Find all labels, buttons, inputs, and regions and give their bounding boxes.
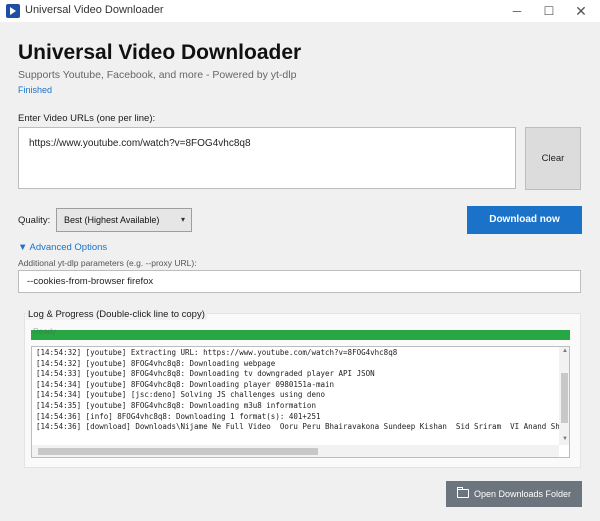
minimize-button[interactable]: ─ [501,0,533,22]
log-lines: [14:54:32] [youtube] Extracting URL: htt… [36,348,564,433]
log-line[interactable]: [14:54:33] [youtube] 8FOG4vhc8q8: Downlo… [36,369,564,380]
quality-label: Quality: [18,215,51,226]
app-play-icon [6,4,20,18]
page-title: Universal Video Downloader [18,41,302,64]
chevron-down-icon: ▾ [180,215,185,224]
progress-bar [31,330,570,340]
maximize-button[interactable]: ☐ [533,0,565,22]
window-title: Universal Video Downloader [25,4,164,16]
params-input[interactable]: --cookies-from-browser firefox [18,270,581,293]
vertical-scroll-thumb[interactable] [561,373,568,423]
log-line[interactable]: [14:54:34] [youtube] [jsc:deno] Solving … [36,390,564,401]
log-line[interactable]: [14:54:32] [youtube] Extracting URL: htt… [36,348,564,359]
status-text: Finished [18,85,53,95]
quality-selected-value: Best (Highest Available) [64,215,160,225]
log-line[interactable]: [14:54:36] [info] 8FOG4vhc8q8: Downloadi… [36,412,564,423]
vertical-scrollbar[interactable]: ▲ ▼ [559,347,569,445]
progress-label: Ready [33,327,57,336]
quality-select[interactable]: Best (Highest Available) ▾ [56,208,192,232]
url-textarea[interactable]: https://www.youtube.com/watch?v=8FOG4vhc… [18,127,516,189]
urls-label: Enter Video URLs (one per line): [18,113,156,124]
scroll-down-icon[interactable]: ▼ [562,436,568,442]
close-button[interactable]: ✕ [565,0,597,22]
clear-button[interactable]: Clear [525,127,581,190]
horizontal-scrollbar[interactable] [32,445,559,457]
log-line[interactable]: [14:54:34] [youtube] 8FOG4vhc8q8: Downlo… [36,380,564,391]
horizontal-scroll-thumb[interactable] [38,448,318,455]
log-line[interactable]: [14:54:36] [download] Downloads\Nijame N… [36,422,564,433]
title-bar: Universal Video Downloader ─ ☐ ✕ [0,0,600,22]
log-list[interactable]: [14:54:32] [youtube] Extracting URL: htt… [31,346,570,458]
page-subtitle: Supports Youtube, Facebook, and more - P… [18,69,297,81]
folder-icon [456,487,469,498]
params-label: Additional yt-dlp parameters (e.g. --pro… [18,258,197,268]
advanced-options-toggle[interactable]: ▼ Advanced Options [18,242,107,253]
log-title: Log & Progress (Double-click line to cop… [26,309,207,320]
open-downloads-folder-label: Open Downloads Folder [473,489,572,499]
scroll-up-icon[interactable]: ▲ [562,348,568,354]
log-line[interactable]: [14:54:35] [youtube] 8FOG4vhc8q8: Downlo… [36,401,564,412]
progress-fill [31,330,570,340]
download-button[interactable]: Download now [467,206,582,234]
open-downloads-folder-button[interactable]: Open Downloads Folder [446,481,582,507]
log-line[interactable]: [14:54:32] [youtube] 8FOG4vhc8q8: Downlo… [36,359,564,370]
